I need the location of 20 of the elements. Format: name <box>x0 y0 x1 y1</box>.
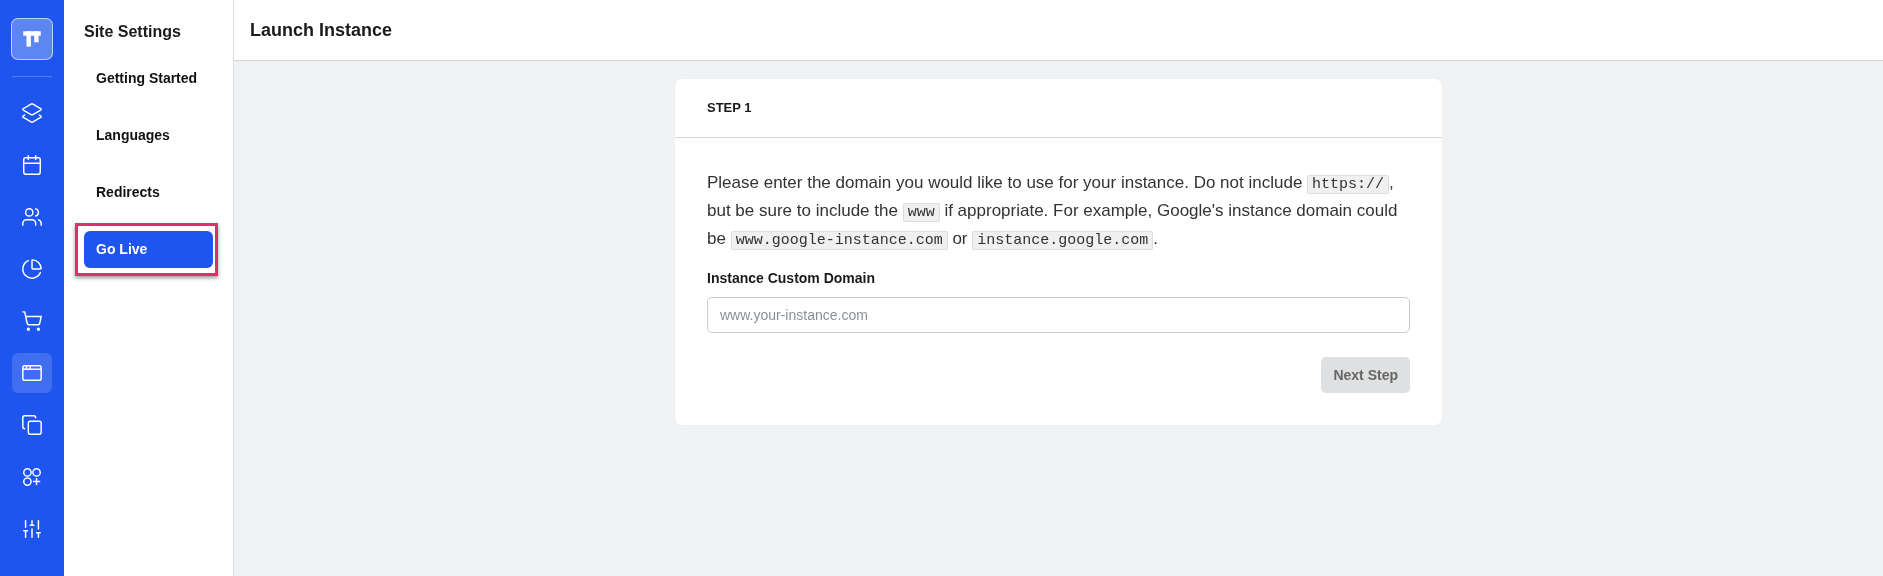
sidebar-item[interactable]: Getting Started <box>84 60 213 97</box>
sidebar-title: Site Settings <box>84 22 182 42</box>
sidebar-item[interactable]: Redirects <box>84 174 213 211</box>
shapes-plus-icon <box>21 466 43 488</box>
instructions-text: Please enter the domain you would like to use for your instance. Do not include https:// , but be sure to include the www if appropriate. For example, Google's instance domain could be www.google-instance.com or instance.google.com . <box>707 172 1399 252</box>
logo-icon[interactable] <box>11 18 53 60</box>
cart-icon <box>21 310 43 332</box>
field-label: Instance Custom Domain <box>707 269 877 288</box>
domain-input-field[interactable]: www.your-instance.com <box>707 297 1410 333</box>
pie-chart-icon <box>21 258 43 280</box>
sliders-icon <box>21 518 43 540</box>
copy-icon <box>21 414 43 436</box>
window-icon <box>21 362 43 384</box>
calendar-icon <box>21 154 43 176</box>
rail-button[interactable] <box>12 353 52 393</box>
page-title: Launch Instance <box>250 18 393 42</box>
sidebar-item[interactable]: Languages <box>84 117 213 154</box>
users-icon <box>21 206 43 228</box>
sidebar-item[interactable]: Go Live <box>84 231 213 268</box>
step-label: STEP 1 <box>707 99 752 118</box>
